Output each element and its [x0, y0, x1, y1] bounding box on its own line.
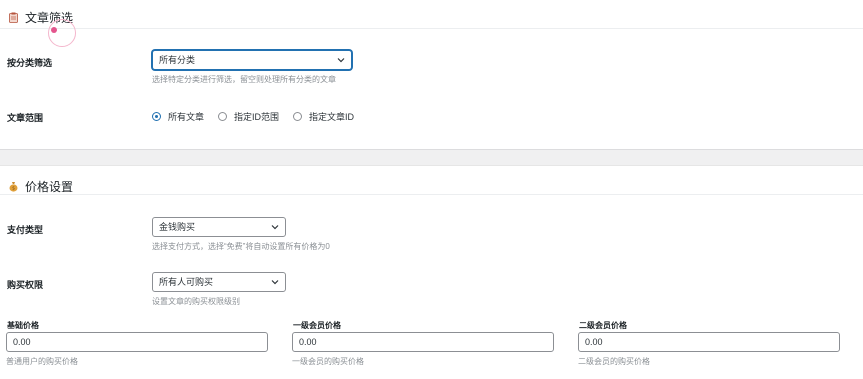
level2-price-label: 二级会员价格 — [579, 321, 627, 330]
pay-type-select[interactable]: 金钱购买 — [152, 217, 286, 237]
radio-label: 指定ID范围 — [234, 112, 280, 122]
base-price-input[interactable]: 0.00 — [6, 332, 268, 352]
base-price-label: 基础价格 — [7, 321, 39, 330]
money-bag-icon: $ — [9, 182, 18, 192]
category-select-value: 所有分类 — [159, 55, 196, 65]
radio-all-posts[interactable]: 所有文章 — [152, 110, 204, 123]
category-help: 选择特定分类进行筛选，留空则处理所有分类的文章 — [152, 75, 336, 84]
cursor-pointer — [51, 27, 57, 33]
radio-button-checked[interactable] — [152, 112, 161, 121]
category-filter-label: 按分类筛选 — [7, 58, 53, 68]
radio-id-range[interactable]: 指定ID范围 — [218, 110, 279, 123]
clipboard-icon — [9, 12, 18, 23]
level1-price-value: 0.00 — [299, 337, 317, 347]
permission-select-value: 所有人可购买 — [159, 277, 214, 287]
pay-type-label: 支付类型 — [7, 225, 44, 235]
divider — [0, 194, 863, 195]
chevron-down-icon — [337, 58, 345, 63]
level1-price-label: 一级会员价格 — [293, 321, 341, 330]
level1-price-input[interactable]: 0.00 — [292, 332, 554, 352]
level2-price-help: 二级会员的购买价格 — [578, 357, 650, 366]
chevron-down-icon — [271, 280, 279, 285]
cursor-highlight — [48, 19, 76, 47]
radio-post-ids[interactable]: 指定文章ID — [293, 110, 354, 123]
range-label: 文章范围 — [7, 113, 44, 123]
permission-select[interactable]: 所有人可购买 — [152, 272, 286, 292]
permission-label: 购买权限 — [7, 280, 44, 290]
section-separator — [0, 149, 863, 166]
category-select[interactable]: 所有分类 — [152, 50, 352, 70]
radio-button[interactable] — [293, 112, 303, 121]
level2-price-input[interactable]: 0.00 — [578, 332, 840, 352]
chevron-down-icon — [271, 225, 279, 230]
svg-text:$: $ — [12, 186, 15, 192]
level1-price-help: 一级会员的购买价格 — [292, 357, 364, 366]
permission-help: 设置文章的购买权限级别 — [152, 297, 240, 306]
section-title-price: $ 价格设置 — [8, 178, 73, 195]
radio-label: 指定文章ID — [309, 112, 355, 122]
base-price-help: 普通用户的购买价格 — [6, 357, 78, 366]
pay-type-help: 选择支付方式，选择“免费”将自动设置所有价格为0 — [152, 242, 330, 251]
divider — [0, 28, 863, 29]
base-price-value: 0.00 — [13, 337, 31, 347]
pay-type-select-value: 金钱购买 — [159, 222, 196, 232]
range-radio-group: 所有文章 指定ID范围 指定文章ID — [152, 110, 368, 123]
radio-button[interactable] — [218, 112, 228, 121]
level2-price-value: 0.00 — [585, 337, 603, 347]
section-title-price-text: 价格设置 — [25, 180, 74, 194]
radio-label: 所有文章 — [168, 112, 205, 122]
